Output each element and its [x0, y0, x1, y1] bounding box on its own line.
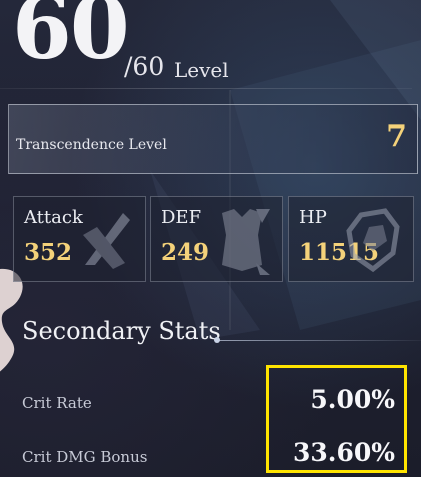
stat-attack: Attack 352: [13, 196, 146, 282]
armor-icon: [222, 209, 270, 275]
stat-value: 352: [24, 239, 73, 266]
level-display: 60 /60 Level: [12, 0, 412, 88]
crit-dmg-label: Crit DMG Bonus: [22, 448, 148, 466]
stat-value: 249: [161, 239, 210, 266]
transcendence-label: Transcendence Level: [16, 137, 167, 153]
stat-label: HP: [299, 207, 327, 228]
crit-rate-label: Crit Rate: [22, 394, 92, 412]
stat-def: DEF 249: [150, 196, 283, 282]
level-divider: [0, 88, 412, 89]
transcendence-value: 7: [386, 119, 407, 154]
current-level: 60: [12, 0, 130, 79]
sword-icon: [83, 213, 130, 269]
highlight-box: [266, 365, 407, 473]
section-divider: [218, 340, 421, 341]
stat-label: DEF: [161, 207, 202, 228]
level-word: Level: [174, 58, 229, 82]
shield-icon: [346, 208, 400, 273]
stat-hp: HP 11515: [288, 196, 414, 282]
max-level: /60: [124, 52, 165, 81]
transcendence-panel: Transcendence Level 7: [8, 104, 418, 174]
secondary-stats-title: Secondary Stats: [22, 317, 221, 345]
